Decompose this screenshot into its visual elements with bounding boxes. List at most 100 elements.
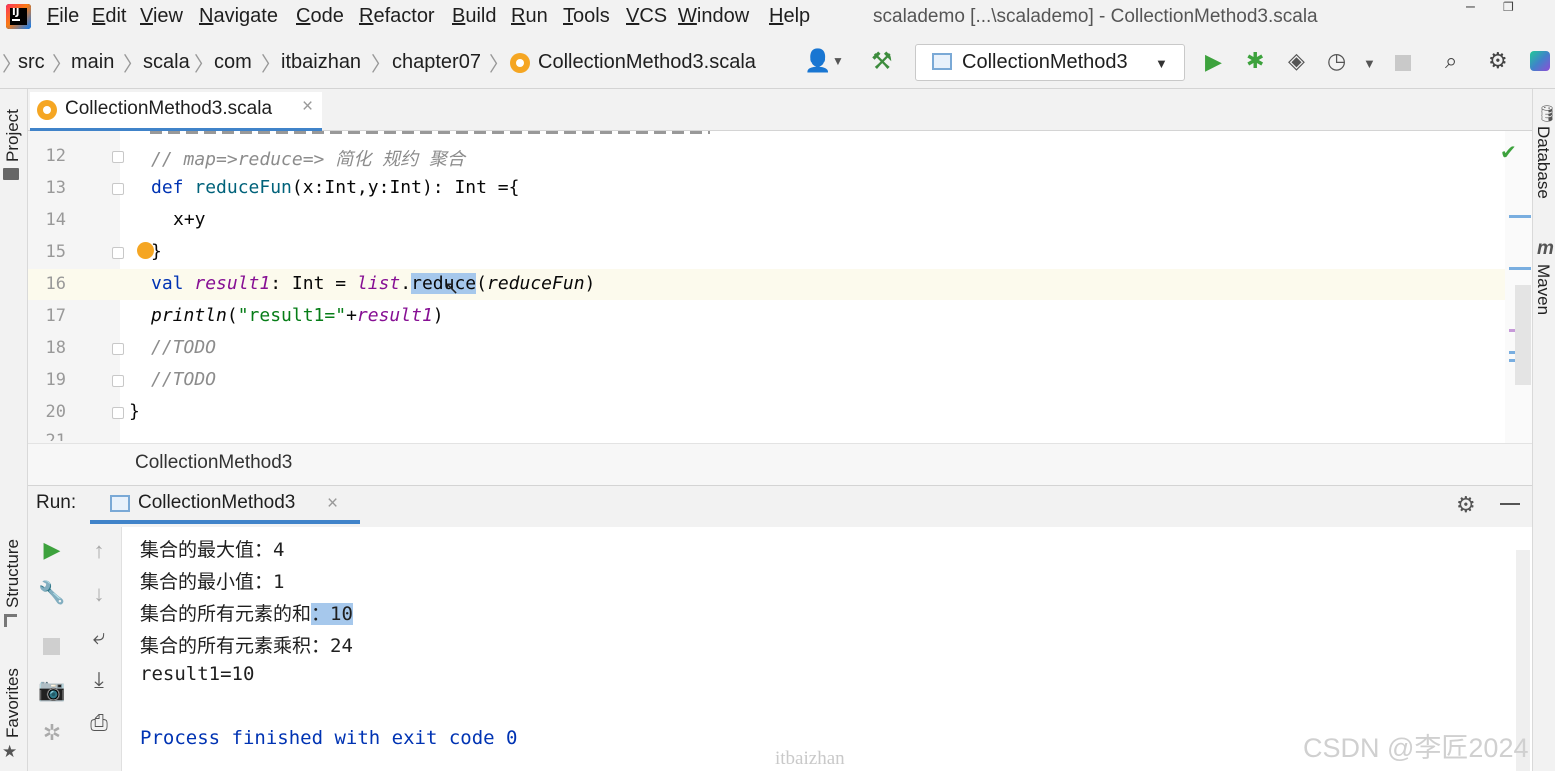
fold-marker-icon[interactable] <box>112 407 124 419</box>
camera-icon[interactable]: 📷 <box>37 677 67 703</box>
menu-window[interactable]: Window <box>678 5 749 28</box>
breadcrumb-file[interactable]: CollectionMethod3.scala <box>538 51 756 74</box>
project-tool-button[interactable]: Project <box>3 109 23 162</box>
breadcrumb-separator: 〉 <box>261 54 281 76</box>
menu-help[interactable]: Help <box>769 5 810 28</box>
fold-marker-icon[interactable] <box>112 247 124 259</box>
maven-icon: m <box>1537 238 1554 259</box>
console-line: 集合的所有元素乘积：24 <box>140 635 353 657</box>
folder-icon <box>3 168 19 180</box>
menu-refactor[interactable]: Refactor <box>359 5 435 28</box>
watermark: itbaizhan <box>775 748 845 769</box>
debug-icon[interactable]: ✱ <box>1246 48 1264 74</box>
code-line-20: } <box>129 401 140 422</box>
menu-vcs[interactable]: VCS <box>626 5 667 28</box>
menu-file[interactable]: File <box>47 5 79 28</box>
print-icon[interactable]: ⎙ <box>84 710 114 736</box>
code-line-19: //TODO <box>151 369 217 390</box>
minimize-icon[interactable] <box>1500 503 1520 505</box>
editor-breadcrumb-object[interactable]: CollectionMethod3 <box>135 452 292 474</box>
breadcrumb-itbaizhan[interactable]: itbaizhan <box>281 51 361 74</box>
gear-icon[interactable]: ⚙ <box>1456 492 1476 518</box>
code-line-16: val result1: Int = list.reduce(reduceFun… <box>151 273 596 294</box>
settings-icon[interactable]: ⚙ <box>1488 48 1508 74</box>
code-line-12: // map=>reduce=> 简化 规约 聚合 <box>151 149 465 170</box>
breadcrumb-separator: 〉 <box>52 54 72 76</box>
structure-tool-button[interactable]: Structure <box>3 539 23 608</box>
plugin-icon[interactable] <box>1530 51 1550 71</box>
chevron-down-icon: ▼ <box>832 54 844 68</box>
code-line-13: def reduceFun(x:Int,y:Int): Int ={ <box>151 177 520 198</box>
line-number: 16 <box>45 274 66 294</box>
menu-edit[interactable]: Edit <box>92 5 126 28</box>
run-tab-label[interactable]: CollectionMethod3 <box>138 492 295 514</box>
menu-view[interactable]: View <box>140 5 183 28</box>
watermark: CSDN @李匠2024 <box>1303 733 1529 763</box>
minimize-window-icon[interactable]: – <box>1466 0 1475 16</box>
scroll-thumb[interactable] <box>1515 285 1531 385</box>
fold-marker-icon[interactable] <box>112 343 124 355</box>
breadcrumb-separator: 〉 <box>489 54 509 76</box>
run-icon[interactable]: ▶ <box>1205 49 1222 75</box>
stop-icon[interactable] <box>1395 55 1411 71</box>
menu-tools[interactable]: Tools <box>563 5 610 28</box>
fold-marker-icon[interactable] <box>112 151 124 163</box>
breadcrumb-scala[interactable]: scala <box>143 51 190 74</box>
scala-file-icon <box>510 53 530 73</box>
pin-icon[interactable]: ✲ <box>37 720 67 746</box>
application-icon <box>932 53 952 70</box>
close-icon[interactable]: × <box>327 493 338 515</box>
search-icon[interactable]: ⌕ <box>1445 48 1457 74</box>
database-icon: 🛢 <box>1537 106 1555 123</box>
rerun-icon[interactable]: ▶ <box>37 537 67 563</box>
run-config-label: CollectionMethod3 <box>962 51 1128 73</box>
restore-window-icon[interactable]: ❐ <box>1503 0 1514 14</box>
scroll-end-icon[interactable]: ⤓ <box>84 667 114 693</box>
console-line: result1=10 <box>140 663 255 685</box>
profile-icon[interactable]: ◷ <box>1327 48 1346 74</box>
intellij-logo-icon: IJ <box>6 4 31 29</box>
selected-text: ：10 <box>311 603 353 625</box>
mouse-cursor-icon: ↖ <box>444 278 460 298</box>
down-arrow-icon[interactable]: ↓ <box>84 581 114 607</box>
clipped-line <box>150 131 710 136</box>
line-number: 15 <box>45 242 66 262</box>
database-tool-button[interactable]: Database <box>1533 126 1553 199</box>
chevron-down-icon: ▼ <box>1363 56 1376 71</box>
editor-tab-label: CollectionMethod3.scala <box>65 98 273 119</box>
build-hammer-icon[interactable]: ⚒ <box>871 47 893 76</box>
scala-file-icon <box>37 100 57 120</box>
breadcrumb-com[interactable]: com <box>214 51 252 74</box>
code-line-14: x+y <box>173 209 206 230</box>
menu-code[interactable]: Code <box>296 5 344 28</box>
favorites-tool-button[interactable]: Favorites <box>3 668 23 738</box>
close-icon[interactable]: × <box>302 96 313 118</box>
up-arrow-icon[interactable]: ↑ <box>84 538 114 564</box>
breadcrumb-main[interactable]: main <box>71 51 114 74</box>
line-number: 17 <box>45 306 66 326</box>
code-line-18: //TODO <box>151 337 217 358</box>
menu-build[interactable]: Build <box>452 5 496 28</box>
fold-marker-icon[interactable] <box>112 183 124 195</box>
line-number: 21 <box>45 431 66 441</box>
line-number: 14 <box>45 210 66 230</box>
wrench-icon[interactable]: 🔧 <box>37 580 67 606</box>
console-line: 集合的最大值：4 <box>140 539 285 561</box>
console-line: 集合的最小值：1 <box>140 571 285 593</box>
line-number: 18 <box>45 338 66 358</box>
breadcrumb-src[interactable]: src <box>18 51 45 74</box>
run-panel-title: Run: <box>36 492 77 513</box>
stop-icon[interactable] <box>43 638 60 655</box>
fold-marker-icon[interactable] <box>112 375 124 387</box>
menu-navigate[interactable]: Navigate <box>199 5 278 28</box>
menu-run[interactable]: Run <box>511 5 548 28</box>
soft-wrap-icon[interactable]: ⤶ <box>84 624 114 650</box>
line-number: 12 <box>45 146 66 166</box>
scroll-marker <box>1509 267 1531 270</box>
line-number: 13 <box>45 178 66 198</box>
run-tab-indicator <box>90 520 360 524</box>
maven-tool-button[interactable]: Maven <box>1533 264 1553 315</box>
breadcrumb-chapter07[interactable]: chapter07 <box>392 51 481 74</box>
coverage-icon[interactable]: ◈ <box>1288 48 1305 74</box>
user-icon[interactable]: 👤 <box>804 48 831 74</box>
